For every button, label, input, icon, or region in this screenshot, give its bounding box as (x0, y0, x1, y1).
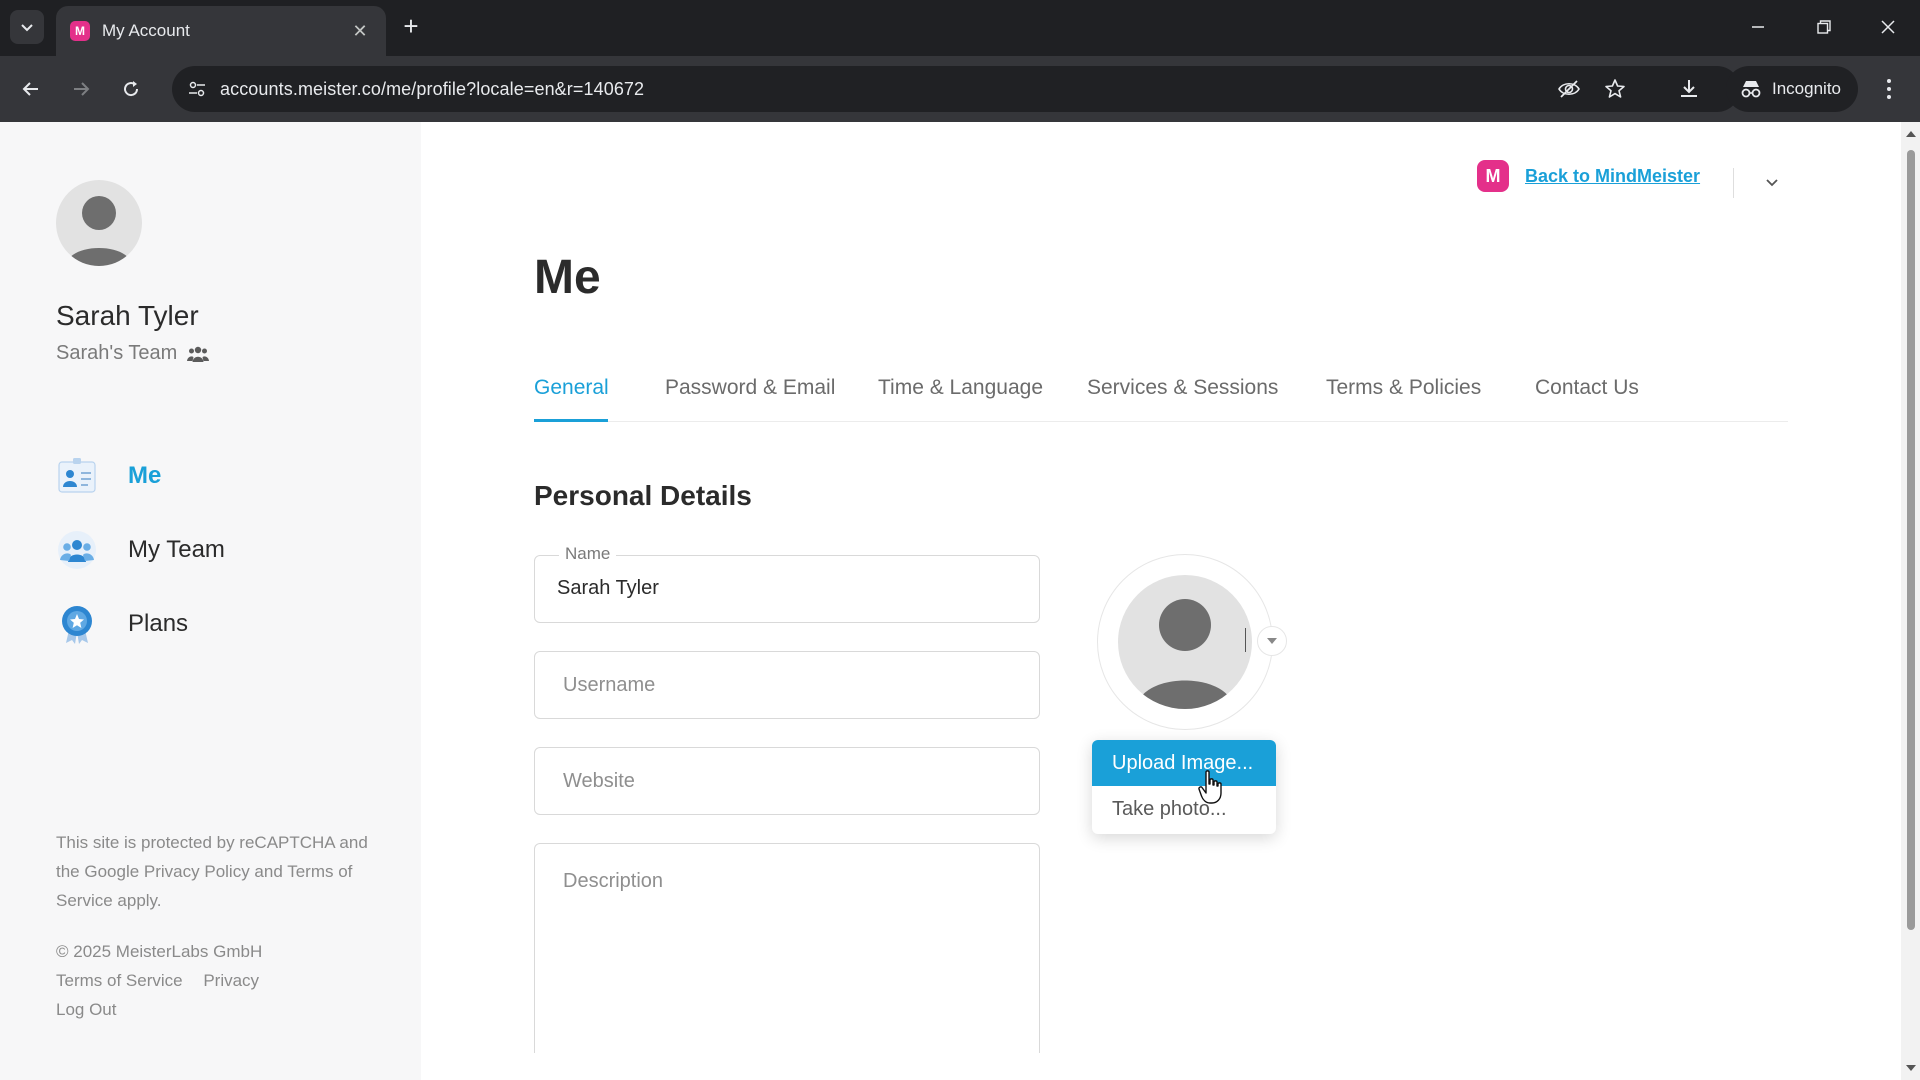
logout-link[interactable]: Log Out (56, 1000, 117, 1019)
username-placeholder: Username (563, 674, 656, 696)
tab-terms-policies[interactable]: Terms & Policies (1326, 376, 1481, 400)
scrollbar-thumb[interactable] (1907, 150, 1915, 930)
account-menu-toggle[interactable] (1757, 168, 1787, 198)
settings-tabs: General Password & Email Time & Language… (534, 362, 1788, 422)
privacy-link[interactable]: Privacy (203, 971, 259, 990)
bookmark-star-icon[interactable] (1602, 76, 1628, 102)
tab-time-language[interactable]: Time & Language (878, 376, 1043, 400)
profile-avatar-editor[interactable] (1097, 554, 1273, 730)
sidebar-item-label: Me (128, 462, 162, 489)
sidebar-item-plans[interactable]: Plans (56, 600, 356, 648)
forward-button[interactable] (64, 72, 98, 106)
sidebar-team-name: Sarah's Team (56, 342, 178, 364)
tab-contact-us[interactable]: Contact Us (1535, 376, 1639, 400)
reload-button[interactable] (114, 72, 148, 106)
logout-row: Log Out (56, 1000, 376, 1020)
restore-button[interactable] (1804, 12, 1844, 42)
name-field-label: Name (559, 544, 617, 564)
upload-image-option[interactable]: Upload Image... (1092, 740, 1276, 786)
profile-card-icon (56, 455, 98, 497)
sidebar-item-label: My Team (128, 536, 225, 563)
back-to-mindmeister-text[interactable]: Back to MindMeister (1525, 166, 1700, 187)
team-icon (56, 529, 98, 571)
team-people-icon (187, 345, 210, 363)
browser-tab[interactable]: M My Account ✕ (56, 6, 386, 56)
tab-title: My Account (102, 21, 190, 40)
sidebar: Sarah Tyler Sarah's Team Me My Team Plan… (0, 122, 421, 1080)
description-field[interactable]: Description (534, 843, 1040, 1053)
tab-password-email[interactable]: Password & Email (665, 376, 835, 400)
browser-tab-strip: M My Account ✕ + (0, 0, 1920, 56)
website-field[interactable]: Website (534, 747, 1040, 815)
caret-down-icon (1267, 638, 1277, 644)
mindmeister-favicon-icon: M (70, 21, 90, 41)
recaptcha-notice: This site is protected by reCAPTCHA and … (56, 833, 368, 910)
tab-close-icon[interactable]: ✕ (348, 21, 372, 42)
sidebar-avatar[interactable] (56, 180, 142, 266)
chevron-down-icon (21, 24, 33, 32)
download-icon (1681, 80, 1697, 97)
website-placeholder: Website (563, 770, 635, 792)
profile-avatar[interactable] (1118, 575, 1252, 709)
arrow-left-icon (22, 82, 38, 96)
eye-off-icon[interactable] (1556, 76, 1582, 102)
sidebar-item-label: Plans (128, 610, 189, 637)
restore-icon (1817, 20, 1831, 34)
page: Sarah Tyler Sarah's Team Me My Team Plan… (0, 122, 1920, 1080)
more-vertical-icon (1887, 79, 1891, 99)
copyright: © 2025 MeisterLabs GmbH (56, 942, 263, 961)
terms-of-service-link[interactable]: Terms of Service (56, 971, 183, 990)
section-title: Personal Details (534, 480, 752, 511)
url-text[interactable]: accounts.meister.co/me/profile?locale=en… (220, 79, 644, 100)
name-field-value[interactable]: Sarah Tyler (557, 577, 659, 600)
address-bar[interactable]: accounts.meister.co/me/profile?locale=en… (172, 66, 1740, 112)
minimize-icon (1752, 26, 1764, 28)
main-content: M Back to MindMeister Me General Passwor… (421, 122, 1901, 1080)
avatar-options-menu: Upload Image... Take photo... (1092, 740, 1276, 834)
back-to-mindmeister-link[interactable]: M Back to MindMeister (1477, 160, 1700, 192)
browser-toolbar: accounts.meister.co/me/profile?locale=en… (0, 56, 1920, 122)
username-field[interactable]: Username (534, 651, 1040, 719)
page-title: Me (534, 251, 601, 304)
chevron-down-icon (1766, 179, 1778, 187)
sidebar-item-me[interactable]: Me (56, 452, 356, 500)
footer-links: Terms of Service Privacy (56, 971, 376, 991)
incognito-label: Incognito (1772, 79, 1841, 98)
arrow-right-icon (74, 82, 90, 96)
incognito-icon (1741, 81, 1761, 98)
back-button[interactable] (14, 72, 48, 106)
close-window-button[interactable] (1868, 12, 1908, 42)
sidebar-team-line: Sarah's Team (56, 342, 210, 365)
header-divider (1733, 168, 1734, 198)
scroll-down-icon[interactable] (1905, 1062, 1917, 1074)
tab-search-button[interactable] (10, 10, 44, 44)
award-badge-icon (56, 603, 98, 645)
scroll-up-icon[interactable] (1905, 128, 1917, 140)
tab-services-sessions[interactable]: Services & Sessions (1087, 376, 1278, 400)
take-photo-option[interactable]: Take photo... (1092, 786, 1276, 832)
mindmeister-logo-icon: M (1477, 160, 1509, 192)
avatar-options-toggle[interactable] (1257, 626, 1287, 656)
download-button[interactable] (1672, 72, 1706, 106)
reload-icon (124, 81, 139, 97)
active-tab-indicator (534, 419, 608, 422)
name-field[interactable]: Name Sarah Tyler (534, 544, 1040, 623)
close-icon (1881, 20, 1895, 34)
user-silhouette-icon (1136, 599, 1234, 709)
tab-general[interactable]: General (534, 376, 609, 400)
minimize-button[interactable] (1738, 12, 1778, 42)
new-tab-button[interactable]: + (396, 12, 426, 42)
page-scrollbar[interactable] (1901, 122, 1920, 1080)
text-cursor (1245, 628, 1246, 652)
sidebar-item-my-team[interactable]: My Team (56, 526, 356, 574)
user-silhouette-icon (66, 196, 132, 266)
incognito-badge[interactable]: Incognito (1726, 66, 1858, 112)
description-placeholder: Description (563, 870, 664, 892)
site-settings-icon[interactable] (186, 78, 208, 100)
sidebar-user-name: Sarah Tyler (56, 300, 199, 331)
browser-menu-button[interactable] (1872, 72, 1906, 106)
